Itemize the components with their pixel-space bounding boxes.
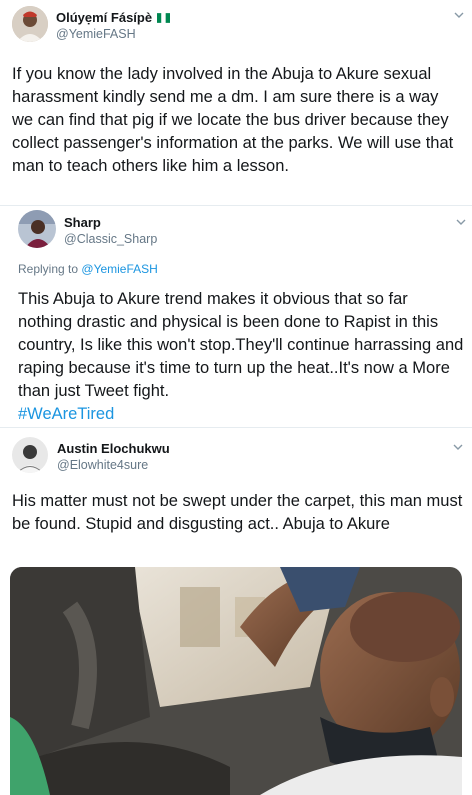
- divider: [0, 427, 472, 428]
- chevron-down-icon[interactable]: [453, 442, 463, 452]
- tweet-text-body: This Abuja to Akure trend makes it obvio…: [18, 290, 464, 400]
- tweet-2: Sharp @Classic_Sharp Replying to @YemieF…: [0, 205, 472, 427]
- user-handle[interactable]: @Classic_Sharp: [64, 232, 157, 246]
- chevron-down-icon[interactable]: [456, 217, 466, 227]
- divider: [0, 205, 472, 206]
- reply-mention-link[interactable]: @YemieFASH: [81, 262, 157, 276]
- avatar[interactable]: [12, 6, 48, 42]
- avatar[interactable]: [12, 437, 48, 473]
- tweet-text: If you know the lady involved in the Abu…: [12, 65, 454, 175]
- user-handle[interactable]: @YemieFASH: [56, 27, 136, 41]
- tweet-text: This Abuja to Akure trend makes it obvio…: [18, 288, 464, 426]
- nigeria-flag-icon: [157, 13, 171, 23]
- chevron-down-icon[interactable]: [454, 10, 464, 20]
- hashtag-link[interactable]: #WeAreTired: [18, 405, 114, 423]
- tweet-text: His matter must not be swept under the c…: [12, 492, 463, 533]
- user-handle[interactable]: @Elowhite4sure: [57, 458, 148, 472]
- display-name[interactable]: Austin Elochukwu: [57, 441, 170, 456]
- display-name[interactable]: Olúyẹmí Fásípè: [56, 10, 171, 25]
- tweet-1: Olúyẹmí Fásípè @YemieFASH If you know th…: [0, 0, 472, 205]
- display-name[interactable]: Sharp: [64, 215, 101, 230]
- tweet-media-image[interactable]: [10, 567, 462, 795]
- replying-to: Replying to @YemieFASH: [18, 262, 158, 276]
- avatar[interactable]: [18, 210, 56, 248]
